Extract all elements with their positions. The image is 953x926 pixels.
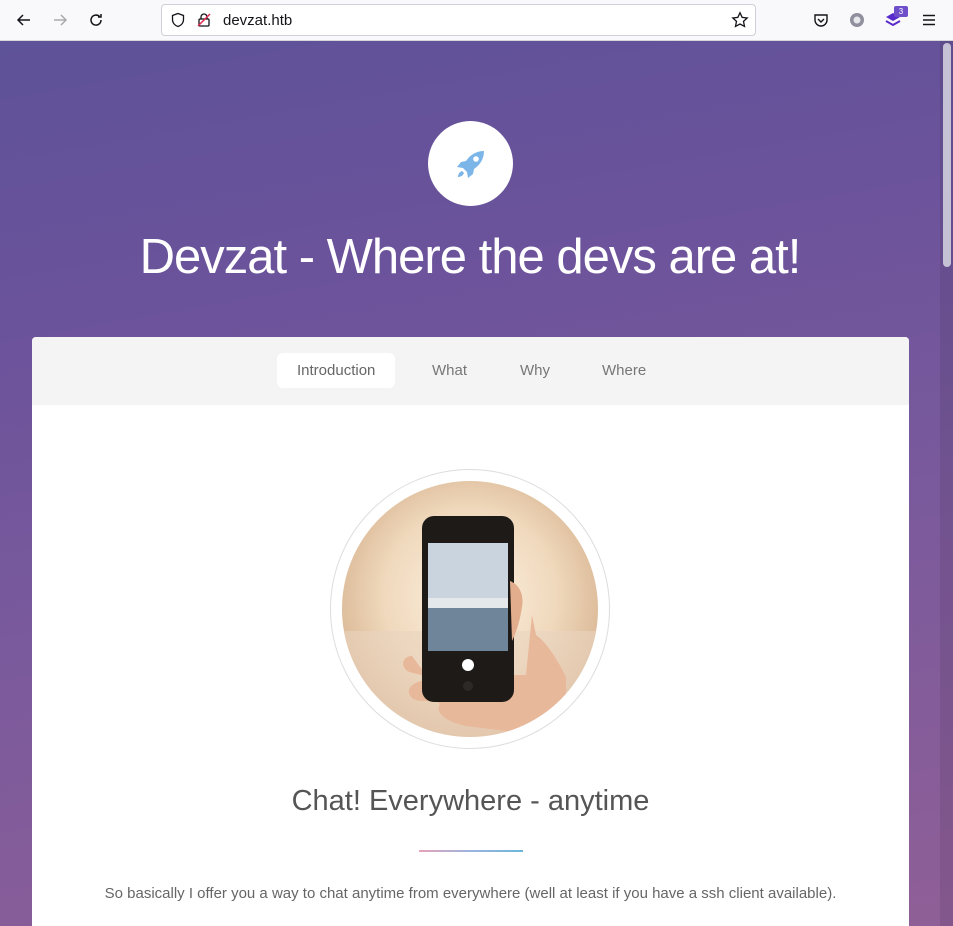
arrow-left-icon (16, 14, 30, 26)
pocket-button[interactable] (811, 10, 831, 30)
hand-holding-phone-illustration (342, 516, 598, 737)
tab-why[interactable]: Why (500, 353, 570, 388)
pocket-icon (814, 14, 828, 27)
logo-circle (428, 121, 513, 206)
heading-divider (419, 850, 523, 852)
bookmark-star-icon[interactable] (731, 11, 749, 29)
reload-icon (90, 14, 102, 26)
extension-button[interactable] (847, 10, 867, 30)
hero-title: Devzat - Where the devs are at! (139, 230, 802, 284)
tabs-bar: Introduction What Why Where (32, 337, 909, 405)
browser-toolbar: devzat.htb 3 (0, 0, 953, 41)
intro-image-frame (330, 469, 610, 749)
extension-badge: 3 (894, 6, 908, 17)
phone-photo-image (342, 481, 598, 737)
page-viewport: Devzat - Where the devs are at! Introduc… (0, 41, 953, 926)
content-card: Introduction What Why Where Chat! Everyw… (32, 337, 909, 926)
record-icon (850, 13, 864, 27)
intro-text: So basically I offer you a way to chat a… (104, 885, 837, 902)
url-bar[interactable]: devzat.htb (161, 4, 756, 36)
insecure-lock-icon[interactable] (196, 12, 212, 28)
tab-what[interactable]: What (412, 353, 487, 388)
scrollbar-track[interactable] (940, 41, 953, 926)
arrow-right-icon (54, 14, 68, 26)
reload-button[interactable] (84, 8, 108, 32)
scrollbar-thumb[interactable] (943, 43, 951, 267)
forward-button[interactable] (48, 8, 72, 32)
tab-introduction[interactable]: Introduction (277, 353, 396, 388)
url-text[interactable]: devzat.htb (223, 12, 292, 29)
rocket-icon (456, 150, 484, 178)
intro-heading: Chat! Everywhere - anytime (291, 785, 650, 817)
back-button[interactable] (12, 8, 36, 32)
hamburger-menu-icon (923, 14, 935, 26)
tab-where[interactable]: Where (582, 353, 666, 388)
shield-icon[interactable] (170, 12, 186, 28)
menu-button[interactable] (919, 10, 939, 30)
